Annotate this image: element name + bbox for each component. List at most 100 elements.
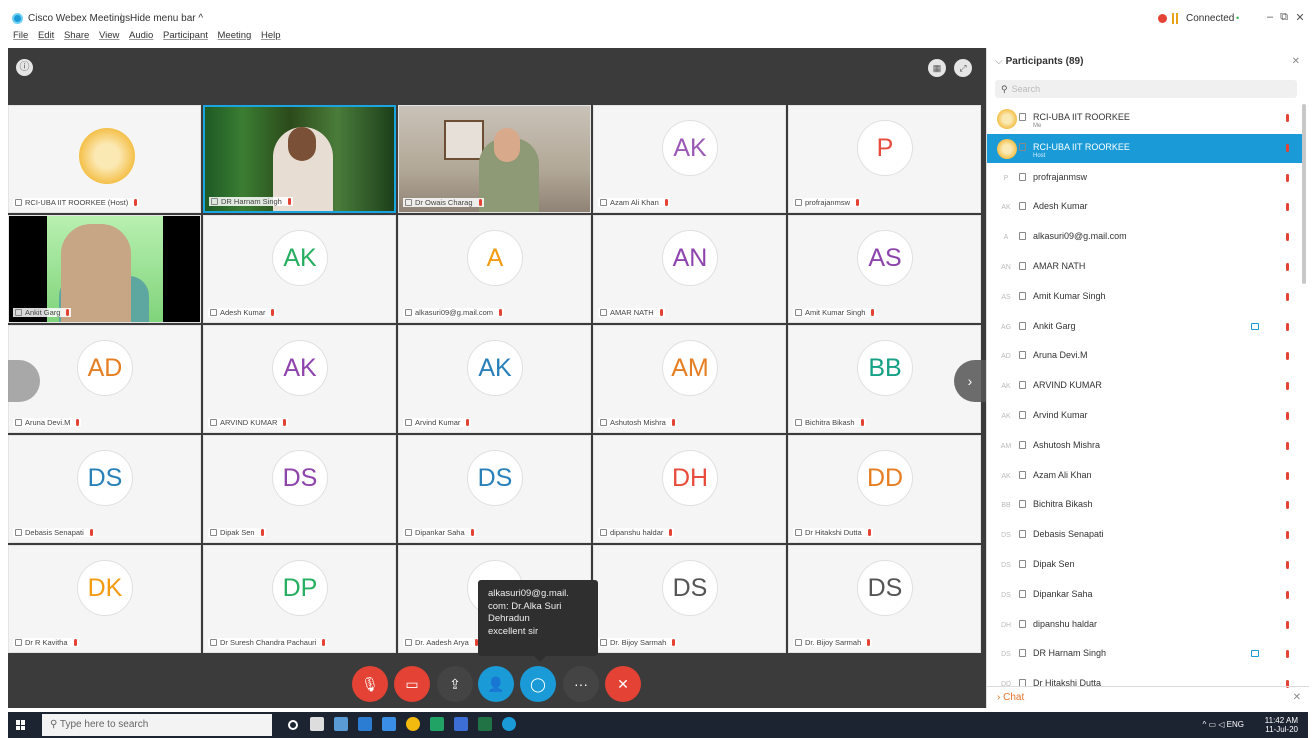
share-icon[interactable]: ⇪	[437, 666, 473, 702]
muted-mic-icon[interactable]	[1286, 441, 1289, 450]
task-view-icon[interactable]	[310, 717, 324, 731]
menu-help[interactable]: Help	[261, 30, 281, 41]
restore-icon[interactable]: ⧉	[1276, 11, 1292, 24]
muted-mic-icon[interactable]	[1286, 382, 1289, 391]
windows-start-icon[interactable]	[16, 720, 26, 730]
webex-taskbar-icon[interactable]	[502, 717, 516, 731]
participant-row[interactable]: DS Dipankar Saha	[987, 581, 1305, 610]
file-explorer-icon[interactable]	[382, 717, 396, 731]
participant-row[interactable]: RCI-UBA IIT ROORKEE Me	[987, 104, 1305, 133]
participants-icon[interactable]: 👤	[478, 666, 514, 702]
participant-row[interactable]: AN AMAR NATH	[987, 253, 1305, 282]
participant-tile[interactable]: AK ARVIND KUMAR	[203, 325, 396, 433]
participant-tile[interactable]: Pprofrajanmsw	[788, 105, 981, 213]
participant-row[interactable]: AG Ankit Garg	[987, 313, 1305, 342]
participant-tile[interactable]: AM Ashutosh Mishra	[593, 325, 786, 433]
muted-mic-icon[interactable]	[1286, 114, 1289, 122]
muted-mic-icon[interactable]	[1286, 590, 1289, 599]
muted-mic-icon[interactable]	[1286, 322, 1289, 331]
participant-row[interactable]: AD Aruna Devi.M	[987, 342, 1305, 371]
menu-file[interactable]: File	[13, 30, 28, 41]
participant-row[interactable]: DS Dipak Sen	[987, 551, 1305, 580]
participant-tile[interactable]: DS Dr. Bijoy Sarmah	[788, 545, 981, 653]
stop-video-icon[interactable]: ▭	[394, 666, 430, 702]
menu-share[interactable]: Share	[64, 30, 89, 41]
chat-panel-header[interactable]: › Chat ✕	[987, 686, 1309, 708]
participant-tile[interactable]: DK Dr R Kavitha	[8, 545, 201, 653]
muted-mic-icon[interactable]	[1286, 263, 1289, 271]
participant-row[interactable]: AM Ashutosh Mishra	[987, 432, 1305, 461]
participant-tile[interactable]: Dr Owais Charag	[398, 105, 591, 213]
close-icon[interactable]: ✕	[1292, 11, 1308, 24]
muted-mic-icon[interactable]	[1286, 412, 1289, 420]
menu-participant[interactable]: Participant	[163, 30, 208, 41]
participant-row[interactable]: DH dipanshu haldar	[987, 611, 1305, 640]
more-options-icon[interactable]: ···	[563, 666, 599, 702]
muted-mic-icon[interactable]	[1286, 620, 1289, 629]
app-icon[interactable]	[454, 717, 468, 731]
participant-tile[interactable]: DS Dipankar Saha	[398, 435, 591, 543]
muted-mic-icon[interactable]	[1286, 352, 1289, 361]
muted-mic-icon[interactable]	[1286, 531, 1289, 540]
participant-tile[interactable]: DS Debasis Senapati	[8, 435, 201, 543]
muted-mic-icon[interactable]	[1286, 173, 1289, 182]
chat-icon[interactable]: ◯	[520, 666, 556, 702]
participant-row[interactable]: DS Debasis Senapati	[987, 521, 1305, 550]
menu-meeting[interactable]: Meeting	[218, 30, 252, 41]
muted-mic-icon[interactable]	[1286, 233, 1289, 242]
grid-view-icon[interactable]: ▦	[928, 59, 946, 77]
menu-edit[interactable]: Edit	[38, 30, 54, 41]
app-icon[interactable]	[334, 717, 348, 731]
muted-mic-icon[interactable]	[1286, 650, 1289, 659]
participant-tile[interactable]: AK Adesh Kumar	[203, 215, 396, 323]
participant-tile[interactable]: RCI-UBA IIT ROORKEE (Host)	[8, 105, 201, 213]
menu-audio[interactable]: Audio	[129, 30, 153, 41]
participant-row[interactable]: Pprofrajanmsw	[987, 164, 1305, 193]
participant-row[interactable]: AK Arvind Kumar	[987, 402, 1305, 431]
app-icon[interactable]	[430, 717, 444, 731]
cortana-icon[interactable]	[288, 720, 298, 730]
participant-tile[interactable]: DR Harnam Singh	[203, 105, 396, 213]
participant-tile[interactable]: Ankit Garg	[8, 215, 201, 323]
connection-status[interactable]: Connected	[1186, 13, 1234, 24]
layout-icon[interactable]: ⤢	[954, 59, 972, 77]
participant-tile[interactable]: AK Azam Ali Khan	[593, 105, 786, 213]
participant-tile[interactable]: DD Dr Hitakshi Dutta	[788, 435, 981, 543]
participant-row[interactable]: Aalkasuri09@g.mail.com	[987, 223, 1305, 252]
clock[interactable]: 11:42 AM 11-Jul-20	[1265, 716, 1298, 734]
participants-header[interactable]: ⌵ Participants (89)	[995, 56, 1083, 67]
participant-tile[interactable]: BB Bichitra Bikash	[788, 325, 981, 433]
leave-meeting-icon[interactable]: ✕	[605, 666, 641, 702]
participant-tile[interactable]: DP Dr Suresh Chandra Pachauri	[203, 545, 396, 653]
participant-tile[interactable]: AN AMAR NATH	[593, 215, 786, 323]
participant-row[interactable]: AK Azam Ali Khan	[987, 462, 1305, 491]
muted-mic-icon[interactable]	[1286, 471, 1289, 480]
participant-tile[interactable]: AS Amit Kumar Singh	[788, 215, 981, 323]
excel-icon[interactable]	[478, 717, 492, 731]
participant-row[interactable]: AS Amit Kumar Singh	[987, 283, 1305, 312]
participant-tile[interactable]: AK Arvind Kumar	[398, 325, 591, 433]
participant-tile[interactable]: Aalkasuri09@g.mail.com	[398, 215, 591, 323]
participant-row[interactable]: RCI-UBA IIT ROORKEE Host	[987, 133, 1305, 163]
participant-search-input[interactable]: ⚲ Search	[995, 80, 1297, 98]
chrome-icon[interactable]	[406, 717, 420, 731]
participant-row[interactable]: AK ARVIND KUMAR	[987, 372, 1305, 401]
participant-tile[interactable]: DS Dipak Sen	[203, 435, 396, 543]
participant-row[interactable]: BB Bichitra Bikash	[987, 491, 1305, 520]
word-icon[interactable]	[358, 717, 372, 731]
mute-icon[interactable]: 🎙	[352, 666, 388, 702]
muted-mic-icon[interactable]	[1286, 203, 1289, 212]
panel-close-icon[interactable]: ✕	[1292, 56, 1300, 67]
participant-row[interactable]: AK Adesh Kumar	[987, 193, 1305, 222]
system-tray[interactable]: ^ ▭ ◁ ENG	[1203, 720, 1244, 729]
chat-close-icon[interactable]: ✕	[1293, 692, 1301, 703]
muted-mic-icon[interactable]	[1286, 501, 1289, 510]
muted-mic-icon[interactable]	[1286, 292, 1289, 301]
participant-tile[interactable]: DS Dr. Bijoy Sarmah	[593, 545, 786, 653]
participant-scrollbar[interactable]	[1302, 104, 1306, 284]
menu-view[interactable]: View	[99, 30, 119, 41]
meeting-info-icon[interactable]: ⓘ	[16, 59, 33, 76]
participant-tile[interactable]: DH dipanshu haldar	[593, 435, 786, 543]
muted-mic-icon[interactable]	[1286, 143, 1289, 152]
taskbar-search-input[interactable]: ⚲ Type here to search	[42, 714, 272, 736]
